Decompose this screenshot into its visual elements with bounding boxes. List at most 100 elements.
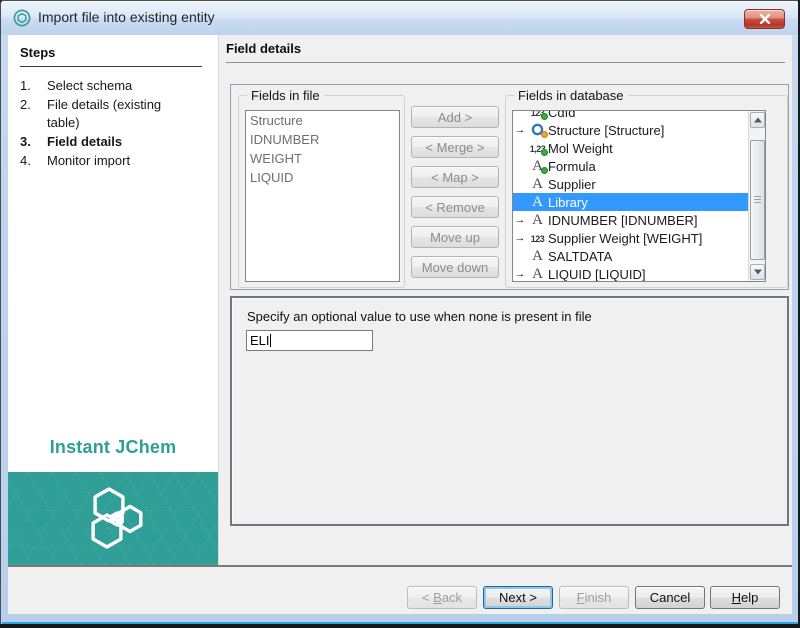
scroll-up-button[interactable] [750, 112, 765, 128]
file-field-item[interactable]: Structure [246, 111, 399, 130]
cancel-button[interactable]: Cancel [635, 586, 705, 609]
button-move-down[interactable]: Move down [411, 256, 499, 278]
close-button[interactable] [744, 9, 785, 29]
scrollbar-thumb[interactable] [750, 140, 765, 260]
fields-in-database-list[interactable]: 123CdId→Structure [Structure]1,23Mol Wei… [512, 110, 766, 282]
green-status-badge-icon [541, 167, 548, 174]
button-map[interactable]: < Map > [411, 166, 499, 188]
vertical-scrollbar[interactable] [748, 111, 765, 281]
window-title: Import file into existing entity [38, 1, 215, 34]
wizard-main-panel: Field details Fields in file StructureID… [218, 35, 792, 565]
file-field-item[interactable]: LIQUID [246, 168, 399, 187]
back-button[interactable]: < Back [407, 586, 477, 609]
app-icon [13, 9, 31, 27]
orange-status-badge-icon [541, 131, 548, 138]
numeric-field-icon: 123 [527, 229, 548, 247]
field-type-glyph: A [532, 248, 543, 264]
numeric-field-icon: 123 [527, 110, 548, 121]
wizard-step-field-details: 3.Field details [20, 133, 212, 151]
title-bar[interactable]: Import file into existing entity [1, 1, 799, 35]
scroll-down-button[interactable] [750, 264, 765, 280]
step-label: Select schema [47, 77, 205, 95]
step-label: File details (existing table) [47, 96, 205, 132]
text-field-icon: A [527, 265, 548, 282]
step-number: 4. [20, 152, 47, 170]
db-field-text: Supplier [548, 177, 596, 192]
steps-heading: Steps [20, 45, 202, 67]
wizard-sidebar: Steps 1.Select schema2.File details (exi… [8, 35, 218, 565]
step-label: Monitor import [47, 152, 205, 170]
db-field-structure-structure[interactable]: → Structure [Structure] [513, 121, 749, 139]
db-field-library[interactable]: ALibrary [513, 193, 749, 211]
dialog-client-area: Steps 1.Select schema2.File details (exi… [8, 35, 792, 614]
jchem-hexagons-icon [74, 480, 152, 558]
db-field-liquid-liquid[interactable]: →ALIQUID [LIQUID] [513, 265, 749, 282]
step-label: Field details [47, 133, 205, 151]
db-field-text: Mol Weight [548, 141, 613, 156]
db-field-text: Formula [548, 159, 596, 174]
button-label-part: < [422, 590, 433, 605]
optional-value-input[interactable]: ELI [246, 330, 373, 351]
scroll-up-icon [754, 118, 762, 123]
field-type-glyph: A [532, 176, 543, 192]
db-field-supplier[interactable]: A Supplier [513, 175, 749, 193]
button-remove[interactable]: < Remove [411, 196, 499, 218]
page-title: Field details [226, 41, 301, 56]
optional-value-label: Specify an optional value to use when no… [247, 309, 592, 324]
text-field-icon: A [527, 157, 548, 175]
button-label-part: inish [585, 590, 612, 605]
structure-icon [527, 121, 548, 139]
db-field-text: SALTDATA [548, 249, 612, 264]
text-caret [270, 334, 271, 347]
db-field-saltdata[interactable]: A SALTDATA [513, 247, 749, 265]
field-type-glyph: A [532, 194, 543, 210]
field-mapping-panel: Fields in file StructureIDNUMBERWEIGHTLI… [230, 84, 789, 290]
button-move-up[interactable]: Move up [411, 226, 499, 248]
wizard-footer: < Back Next > Finish CancelHelp [8, 567, 792, 614]
numeric-field-icon: 1,23 [527, 139, 548, 157]
window-edge-bottom [0, 624, 800, 628]
optional-value-panel: Specify an optional value to use when no… [230, 296, 789, 526]
wizard-step-file-details-existing: 2.File details (existing table) [20, 96, 212, 132]
button-merge[interactable]: < Merge > [411, 136, 499, 158]
next-button[interactable]: Next > [483, 586, 553, 609]
mapped-arrow-icon: → [513, 268, 527, 280]
finish-button[interactable]: Finish [559, 586, 629, 609]
brand-text: Instant JChem [8, 437, 218, 458]
green-status-badge-icon [541, 113, 548, 120]
mapped-arrow-icon: → [513, 214, 527, 226]
text-field-icon: A [527, 211, 548, 229]
db-field-formula[interactable]: AFormula [513, 157, 749, 175]
scroll-down-icon [754, 270, 762, 275]
button-label-part: ack [442, 590, 462, 605]
step-number: 1. [20, 77, 47, 95]
fields-in-file-list[interactable]: StructureIDNUMBERWEIGHTLIQUID [245, 110, 400, 282]
db-field-supplier-weight-weight[interactable]: → 123Supplier Weight [WEIGHT] [513, 229, 749, 247]
mapped-arrow-icon: → [513, 232, 527, 244]
wizard-step-select-schema: 1.Select schema [20, 77, 212, 95]
database-field-rows: 123CdId→Structure [Structure]1,23Mol Wei… [513, 110, 749, 282]
db-field-text: LIQUID [LIQUID] [548, 267, 646, 282]
file-field-item[interactable]: IDNUMBER [246, 130, 399, 149]
db-field-mol-weight[interactable]: 1,23Mol Weight [513, 139, 749, 157]
db-field-text: CdId [548, 110, 575, 120]
text-field-icon: A [527, 175, 548, 193]
button-label-part: elp [741, 590, 758, 605]
db-field-text: Structure [Structure] [548, 123, 664, 138]
text-field-icon: A [527, 247, 548, 265]
db-field-text: Supplier Weight [WEIGHT] [548, 231, 702, 246]
step-number: 3. [20, 133, 47, 151]
steps-list: 1.Select schema2.File details (existing … [20, 77, 212, 171]
button-add[interactable]: Add > [411, 106, 499, 128]
field-type-glyph: 123 [531, 234, 545, 244]
help-button[interactable]: Help [710, 586, 780, 609]
wizard-step-monitor-import: 4.Monitor import [20, 152, 212, 170]
db-field-idnumber-idnumber[interactable]: →AIDNUMBER [IDNUMBER] [513, 211, 749, 229]
file-field-item[interactable]: WEIGHT [246, 149, 399, 168]
brand-logo-box [8, 472, 218, 565]
title-rule [226, 62, 785, 63]
mapped-arrow-icon: → [513, 124, 527, 136]
db-field-cdid[interactable]: 123CdId [513, 110, 749, 121]
fields-in-database-label: Fields in database [514, 88, 628, 103]
step-number: 2. [20, 96, 47, 132]
